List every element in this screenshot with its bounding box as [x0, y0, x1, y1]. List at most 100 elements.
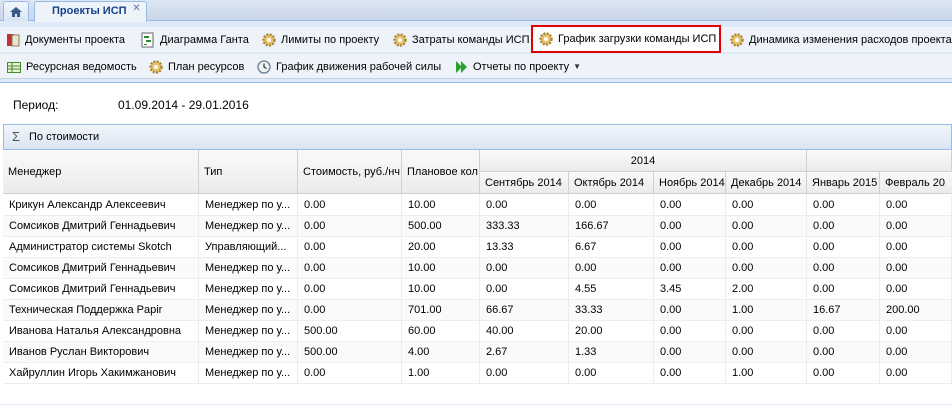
tab-bar: Проекты ИСП ✕ — [0, 0, 952, 22]
resource-plan-button[interactable]: План ресурсов — [148, 54, 244, 79]
column-header-planned[interactable]: Плановое кол — [402, 150, 480, 194]
cell-nov-2014: 3.45 — [654, 279, 726, 300]
cell-planned: 60.00 — [402, 321, 480, 342]
column-header-dec-2014[interactable]: Декабрь 2014 — [726, 172, 807, 194]
cell-oct-2014: 0.00 — [569, 195, 654, 216]
cell-type: Менеджер по у... — [199, 258, 298, 279]
clock-icon — [257, 59, 271, 74]
gantt-icon — [141, 32, 154, 47]
cell-planned: 10.00 — [402, 279, 480, 300]
cell-nov-2014: 0.00 — [654, 237, 726, 258]
cell-oct-2014: 33.33 — [569, 300, 654, 321]
cell-jan-2015: 0.00 — [807, 321, 880, 342]
chevron-down-icon: ▼ — [573, 62, 582, 71]
document-icon — [7, 33, 20, 46]
cell-oct-2014: 0.00 — [569, 363, 654, 384]
cell-manager: Техническая Поддержка Papir — [3, 300, 199, 321]
documents-label: Документы проекта — [25, 33, 126, 46]
cell-planned: 10.00 — [402, 258, 480, 279]
sort-bar[interactable]: Σ По стоимости — [3, 124, 952, 150]
cell-oct-2014: 166.67 — [569, 216, 654, 237]
cell-feb-2015: 0.00 — [880, 342, 952, 363]
cell-manager: Сомсиков Дмитрий Геннадьевич — [3, 216, 199, 237]
cell-feb-2015: 200.00 — [880, 300, 952, 321]
close-icon[interactable]: ✕ — [131, 4, 142, 15]
cell-sep-2014: 0.00 — [480, 258, 569, 279]
table-row[interactable]: Крикун Александр Алексеевич Менеджер по у… — [3, 195, 952, 216]
column-header-feb-2015[interactable]: Февраль 20 — [880, 172, 952, 194]
limits-label: Лимиты по проекту — [281, 33, 380, 46]
column-group-2014: 2014 — [480, 150, 807, 172]
cell-cost: 0.00 — [298, 216, 402, 237]
tab-projects-isp[interactable]: Проекты ИСП ✕ — [34, 1, 147, 22]
cell-oct-2014: 4.55 — [569, 279, 654, 300]
cell-jan-2015: 0.00 — [807, 216, 880, 237]
cell-cost: 500.00 — [298, 321, 402, 342]
cell-dec-2014: 0.00 — [726, 216, 807, 237]
period-label: Период: — [13, 98, 59, 112]
sigma-icon: Σ — [12, 129, 21, 144]
column-header-oct-2014[interactable]: Октябрь 2014 — [569, 172, 654, 194]
cell-jan-2015: 16.67 — [807, 300, 880, 321]
cell-cost: 0.00 — [298, 279, 402, 300]
home-icon — [10, 6, 22, 17]
table-row[interactable]: Сомсиков Дмитрий Геннадьевич Менеджер по … — [3, 258, 952, 279]
column-header-jan-2015[interactable]: Январь 2015 — [807, 172, 880, 194]
resource-sheet-label: Ресурсная ведомость — [26, 60, 137, 73]
documents-button[interactable]: Документы проекта — [5, 27, 125, 52]
home-tab[interactable] — [3, 1, 29, 21]
cell-type: Менеджер по у... — [199, 195, 298, 216]
cell-nov-2014: 0.00 — [654, 342, 726, 363]
cell-type: Менеджер по у... — [199, 363, 298, 384]
tab-label: Проекты ИСП — [52, 5, 127, 17]
table-row[interactable]: Иванова Наталья Александровна Менеджер по… — [3, 321, 952, 342]
table-row[interactable]: Администратор системы Skotch Управляющий.… — [3, 237, 952, 258]
cell-type: Менеджер по у... — [199, 321, 298, 342]
table-row[interactable]: Хайруллин Игорь Хакимжанович Менеджер по … — [3, 363, 952, 384]
column-header-nov-2014[interactable]: Ноябрь 2014 — [654, 172, 726, 194]
cell-oct-2014: 20.00 — [569, 321, 654, 342]
cell-nov-2014: 0.00 — [654, 300, 726, 321]
project-reports-label: Отчеты по проекту — [473, 60, 570, 73]
team-costs-button[interactable]: Затраты команды ИСП — [392, 27, 530, 52]
limits-button[interactable]: Лимиты по проекту — [261, 27, 379, 52]
cell-oct-2014: 1.33 — [569, 342, 654, 363]
report-panel: Период: 01.09.2014 - 29.01.2016 Σ По сто… — [0, 82, 952, 404]
column-header-cost[interactable]: Стоимость, руб./нч — [298, 150, 402, 194]
cell-jan-2015: 0.00 — [807, 258, 880, 279]
cell-type: Менеджер по у... — [199, 342, 298, 363]
cell-dec-2014: 2.00 — [726, 279, 807, 300]
gantt-button[interactable]: Диаграмма Ганта — [140, 27, 249, 52]
cell-feb-2015: 0.00 — [880, 237, 952, 258]
cell-feb-2015: 0.00 — [880, 321, 952, 342]
resource-sheet-button[interactable]: Ресурсная ведомость — [6, 54, 137, 79]
workforce-chart-button[interactable]: График движения рабочей силы — [256, 54, 441, 79]
table-row[interactable]: Сомсиков Дмитрий Геннадьевич Менеджер по … — [3, 279, 952, 300]
cell-manager: Сомсиков Дмитрий Геннадьевич — [3, 279, 199, 300]
gantt-label: Диаграмма Ганта — [160, 33, 249, 46]
cell-dec-2014: 0.00 — [726, 258, 807, 279]
cell-cost: 0.00 — [298, 363, 402, 384]
gear-icon — [262, 32, 276, 47]
cell-sep-2014: 40.00 — [480, 321, 569, 342]
period-value: 01.09.2014 - 29.01.2016 — [118, 98, 249, 112]
cell-jan-2015: 0.00 — [807, 279, 880, 300]
column-header-type[interactable]: Тип — [199, 150, 298, 194]
cell-dec-2014: 0.00 — [726, 195, 807, 216]
table-row[interactable]: Иванов Руслан Викторович Менеджер по у...… — [3, 342, 952, 363]
column-header-manager[interactable]: Менеджер — [3, 150, 199, 194]
workforce-chart-label: График движения рабочей силы — [276, 60, 442, 73]
project-reports-button[interactable]: Отчеты по проекту ▼ — [453, 54, 581, 79]
cell-nov-2014: 0.00 — [654, 321, 726, 342]
sort-label: По стоимости — [29, 131, 100, 143]
table-row[interactable]: Сомсиков Дмитрий Геннадьевич Менеджер по … — [3, 216, 952, 237]
table-icon — [7, 61, 21, 73]
cell-nov-2014: 0.00 — [654, 363, 726, 384]
column-header-sep-2014[interactable]: Сентябрь 2014 — [480, 172, 569, 194]
data-grid: Менеджер Тип Стоимость, руб./нч Плановое… — [3, 150, 952, 405]
cell-sep-2014: 66.67 — [480, 300, 569, 321]
table-row[interactable]: Техническая Поддержка Papir Менеджер по у… — [3, 300, 952, 321]
team-load-chart-button[interactable]: График загрузки команды ИСП — [531, 25, 721, 53]
cell-dec-2014: 0.00 — [726, 342, 807, 363]
expense-dynamics-button[interactable]: Динамика изменения расходов проекта — [729, 27, 952, 52]
